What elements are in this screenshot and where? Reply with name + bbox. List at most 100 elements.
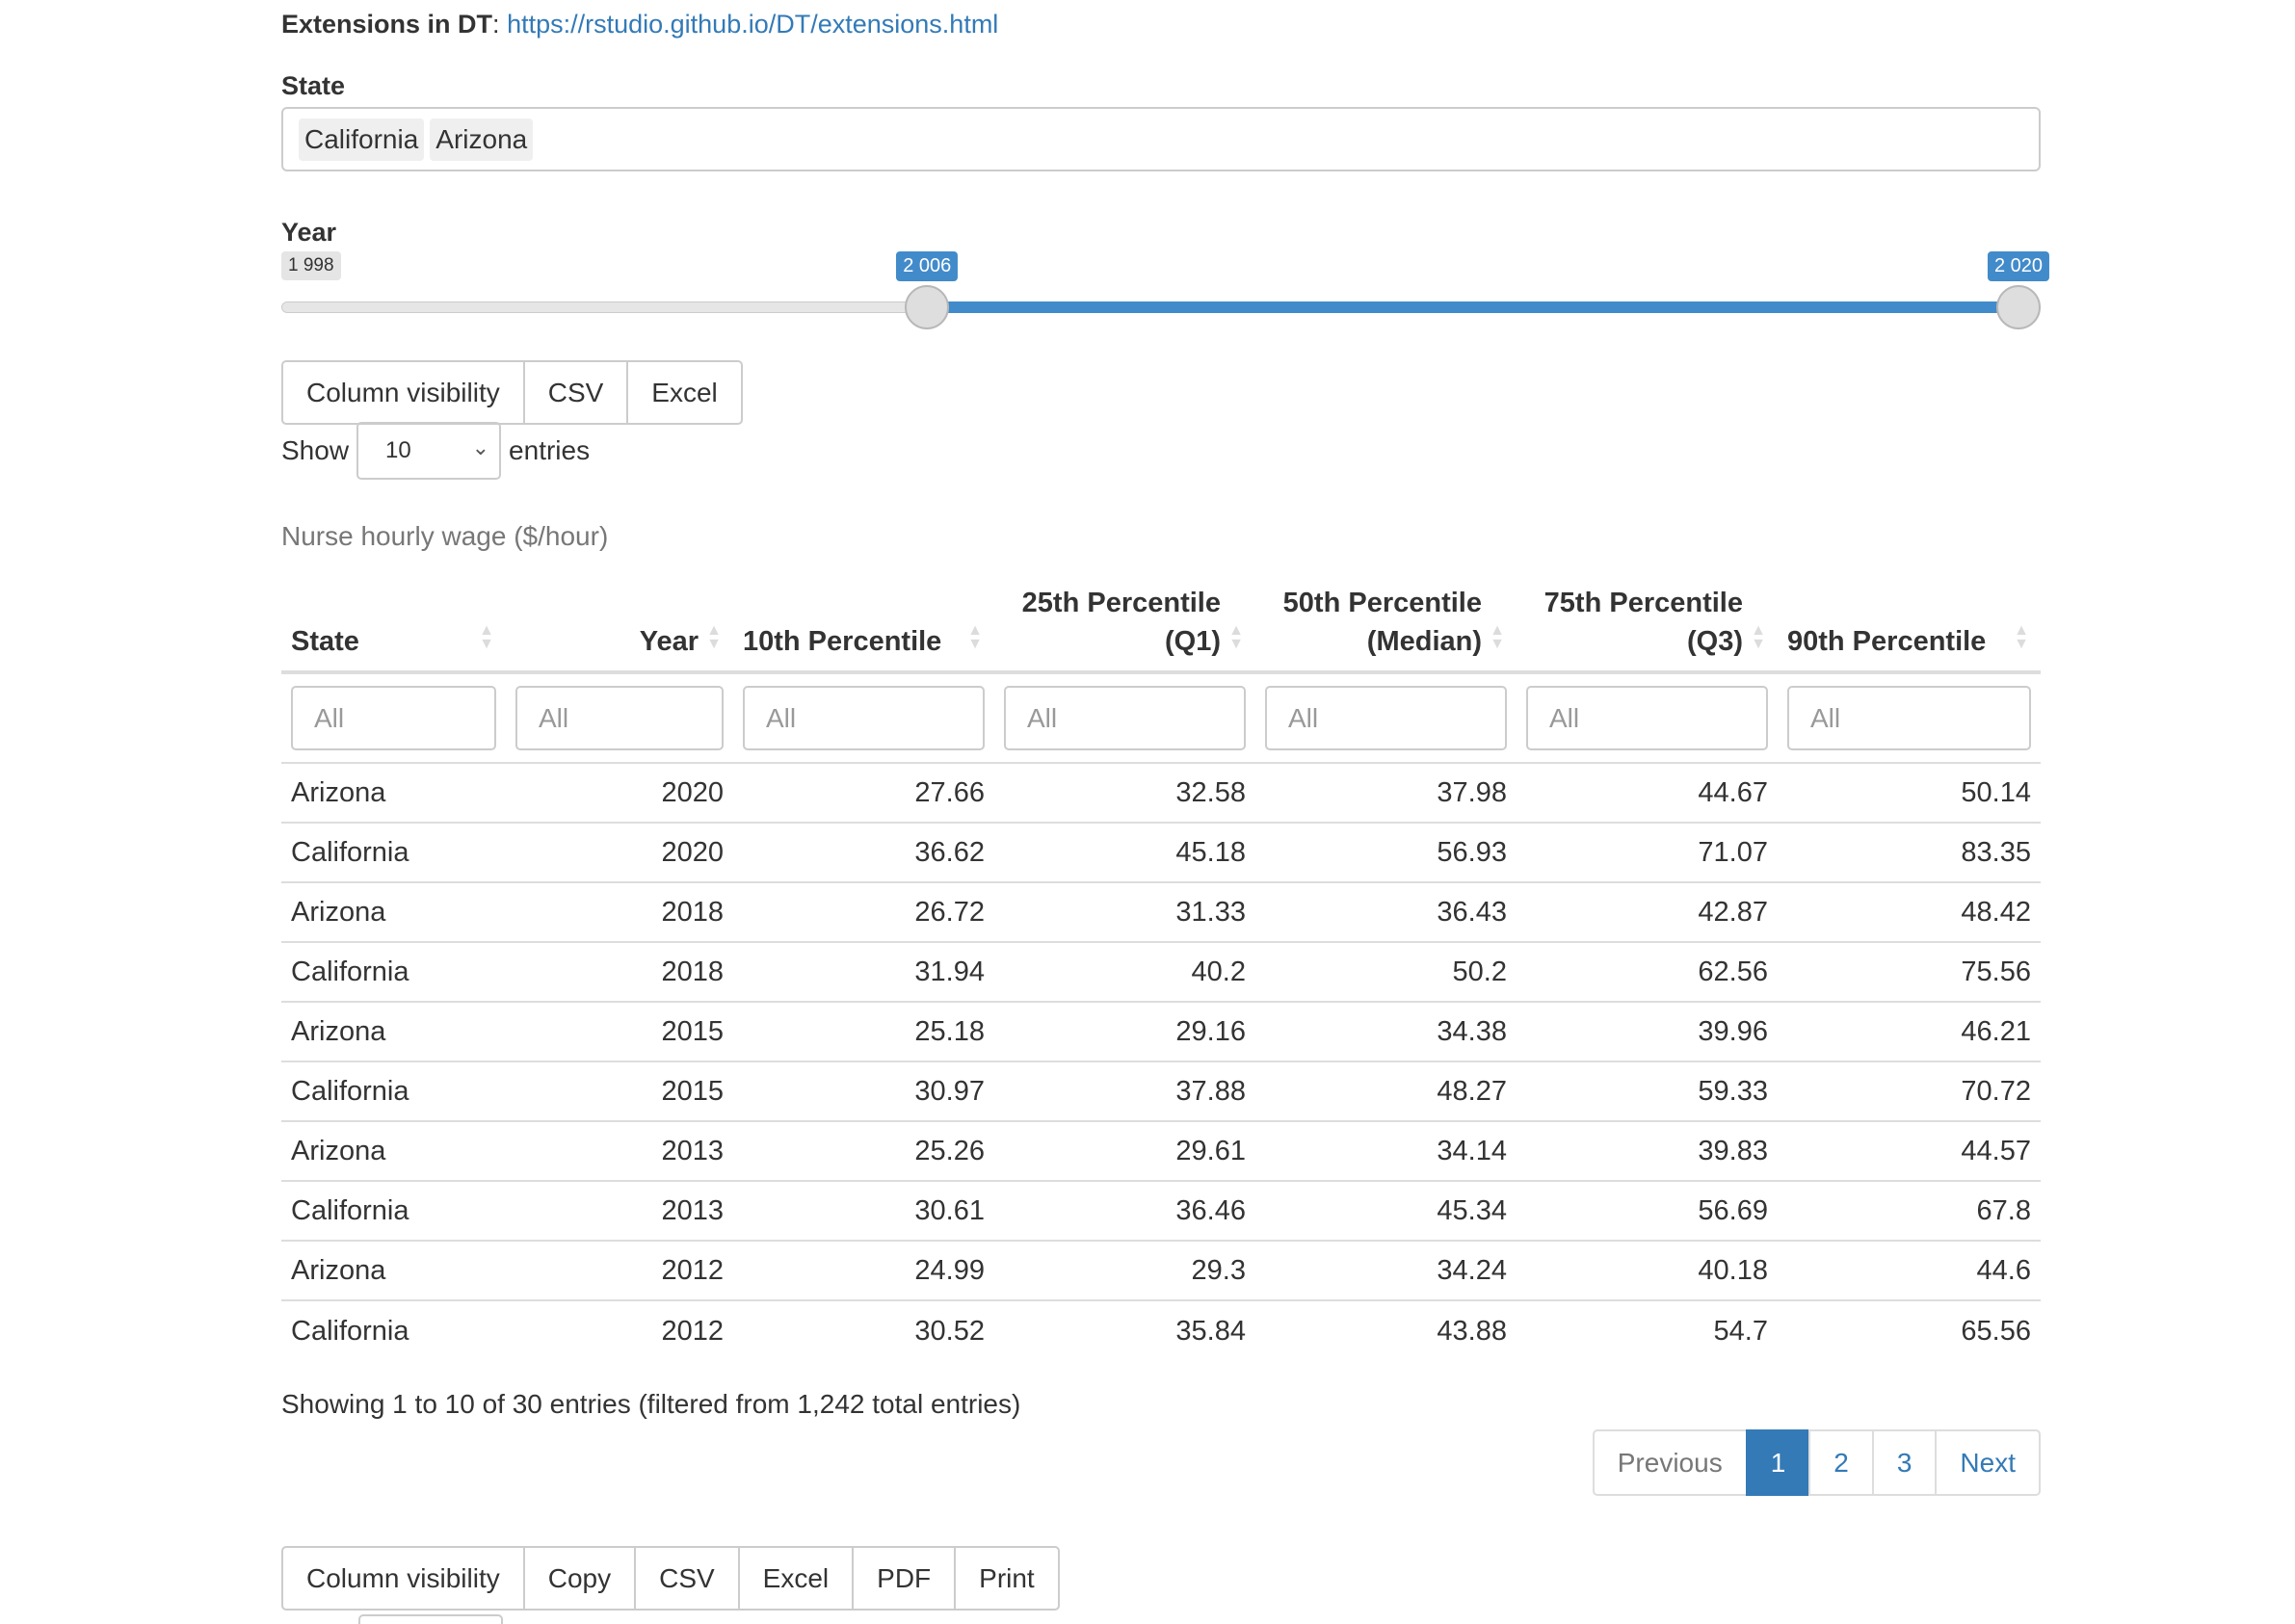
column-filter-input[interactable] xyxy=(743,686,985,750)
column-header[interactable]: 50th Percentile (Median) ▲ ▼ xyxy=(1255,576,1517,674)
filter-cell xyxy=(733,672,994,764)
pagination: Previous 1 2 3 Next xyxy=(1592,1429,2041,1496)
page-button-3[interactable]: 3 xyxy=(1871,1429,1938,1496)
column-filter-input[interactable] xyxy=(515,686,724,750)
column-visibility-button[interactable]: Column visibility xyxy=(281,1546,525,1611)
table-cell: 30.52 xyxy=(733,1299,994,1360)
table-cell: 32.58 xyxy=(994,762,1255,823)
table-cell: 37.88 xyxy=(994,1061,1255,1121)
table-cell: 31.33 xyxy=(994,881,1255,942)
header-p75-label: 75th Percentile xyxy=(1543,588,1743,618)
page-button-1[interactable]: 1 xyxy=(1745,1429,1811,1496)
previous-page-button[interactable]: Previous xyxy=(1592,1429,1748,1496)
table-cell: 70.72 xyxy=(1778,1061,2041,1121)
entries-label: entries xyxy=(509,435,591,465)
table-cell: 65.56 xyxy=(1778,1299,2041,1360)
table-row: California 2013 30.61 36.46 45.34 56.69 67.8 xyxy=(281,1180,2041,1241)
column-header[interactable]: 10th Percentile ▲ ▼ xyxy=(733,576,994,674)
page-button-2[interactable]: 2 xyxy=(1808,1429,1874,1496)
sort-icon: ▲ ▼ xyxy=(967,622,983,652)
table-cell: Arizona xyxy=(281,881,506,942)
table-cell: Arizona xyxy=(281,1240,506,1300)
sort-icon: ▲ ▼ xyxy=(479,622,494,652)
slider-high-handle[interactable] xyxy=(1996,285,2041,329)
table-body: Arizona 2020 27.66 32.58 37.98 44.67 50.14 Cali… xyxy=(281,762,2041,1360)
table-cell: 25.26 xyxy=(733,1120,994,1181)
table-cell: 59.33 xyxy=(1517,1061,1778,1121)
column-visibility-button[interactable]: Column visibility xyxy=(281,360,525,425)
page-length-value: 10 xyxy=(385,437,411,463)
table-cell: 62.56 xyxy=(1517,941,1778,1002)
wage-table: State ▲ ▼ Year ▲ ▼ 10th Percentile ▲ ▼ 25th Pe… xyxy=(281,576,2041,1360)
table-row: California 2018 31.94 40.2 50.2 62.56 75.56 xyxy=(281,941,2041,1002)
state-multiselect[interactable]: California Arizona xyxy=(281,107,2041,171)
column-header[interactable]: Year ▲ ▼ xyxy=(506,576,733,674)
table-cell: 30.61 xyxy=(733,1180,994,1241)
page-length-select-partial[interactable] xyxy=(358,1614,503,1624)
excel-button[interactable]: Excel xyxy=(626,360,743,425)
table-cell: 30.97 xyxy=(733,1061,994,1121)
table-cell: 2020 xyxy=(506,762,733,823)
filter-row xyxy=(281,672,2041,764)
filter-cell xyxy=(994,672,1255,764)
extensions-link[interactable]: https://rstudio.github.io/DT/extensions.… xyxy=(507,10,998,39)
header-p75-sub: (Q3) xyxy=(1687,626,1743,657)
table-cell: 45.18 xyxy=(994,822,1255,882)
table-cell: 25.18 xyxy=(733,1001,994,1061)
table-cell: 29.3 xyxy=(994,1240,1255,1300)
table-row: Arizona 2015 25.18 29.16 34.38 39.96 46.21 xyxy=(281,1001,2041,1061)
sort-icon: ▲ ▼ xyxy=(706,622,722,652)
copy-button[interactable]: Copy xyxy=(522,1546,637,1611)
table-cell: 2015 xyxy=(506,1061,733,1121)
table-cell: 44.57 xyxy=(1778,1120,2041,1181)
csv-button[interactable]: CSV xyxy=(522,360,629,425)
slider-low-handle[interactable] xyxy=(905,285,950,329)
table-cell: 37.98 xyxy=(1255,762,1517,823)
column-header[interactable]: State ▲ ▼ xyxy=(281,576,506,674)
table-cell: 34.24 xyxy=(1255,1240,1517,1300)
table-cell: 34.14 xyxy=(1255,1120,1517,1181)
column-header[interactable]: 75th Percentile (Q3) ▲ ▼ xyxy=(1517,576,1778,674)
next-page-button[interactable]: Next xyxy=(1935,1429,2041,1496)
csv-button[interactable]: CSV xyxy=(634,1546,740,1611)
filter-cell xyxy=(506,672,733,764)
extensions-label: Extensions in DT xyxy=(281,10,493,39)
column-filter-input[interactable] xyxy=(1265,686,1507,750)
column-filter-input[interactable] xyxy=(1787,686,2031,750)
table-row: Arizona 2018 26.72 31.33 36.43 42.87 48.42 xyxy=(281,881,2041,942)
state-chip[interactable]: Arizona xyxy=(430,118,534,161)
page-length-select[interactable]: 10 ⌄ xyxy=(356,422,502,480)
table-cell: 45.34 xyxy=(1255,1180,1517,1241)
column-header[interactable]: 90th Percentile ▲ ▼ xyxy=(1778,576,2041,674)
table-cell: 26.72 xyxy=(733,881,994,942)
header-p50-label: 50th Percentile xyxy=(1282,588,1482,618)
column-filter-input[interactable] xyxy=(291,686,496,750)
table-cell: 71.07 xyxy=(1517,822,1778,882)
column-header[interactable]: 25th Percentile (Q1) ▲ ▼ xyxy=(994,576,1255,674)
sort-icon: ▲ ▼ xyxy=(1751,622,1766,652)
table-cell: 2020 xyxy=(506,822,733,882)
column-filter-input[interactable] xyxy=(1004,686,1246,750)
table-cell: 27.66 xyxy=(733,762,994,823)
sort-icon: ▲ ▼ xyxy=(1228,622,1244,652)
table-cell: 43.88 xyxy=(1255,1299,1517,1360)
table-cell: 67.8 xyxy=(1778,1180,2041,1241)
table-cell: 36.62 xyxy=(733,822,994,882)
pdf-button[interactable]: PDF xyxy=(852,1546,957,1611)
year-range-slider[interactable]: 1 998 2 006 2 020 xyxy=(281,241,2050,329)
print-button[interactable]: Print xyxy=(954,1546,1060,1611)
table-cell: 75.56 xyxy=(1778,941,2041,1002)
excel-button[interactable]: Excel xyxy=(737,1546,855,1611)
table-cell: 29.16 xyxy=(994,1001,1255,1061)
filter-cell xyxy=(1517,672,1778,764)
table-cell: 36.43 xyxy=(1255,881,1517,942)
filter-cell xyxy=(1255,672,1517,764)
column-filter-input[interactable] xyxy=(1526,686,1768,750)
header-row: State ▲ ▼ Year ▲ ▼ 10th Percentile ▲ ▼ 25th Pe… xyxy=(281,576,2041,674)
table-row: Arizona 2012 24.99 29.3 34.24 40.18 44.6 xyxy=(281,1240,2041,1300)
table-cell: 42.87 xyxy=(1517,881,1778,942)
header-p25-sub: (Q1) xyxy=(1165,626,1221,657)
table-row: California 2020 36.62 45.18 56.93 71.07 83.35 xyxy=(281,822,2041,882)
table-cell: 40.2 xyxy=(994,941,1255,1002)
state-chip[interactable]: California xyxy=(299,118,425,161)
